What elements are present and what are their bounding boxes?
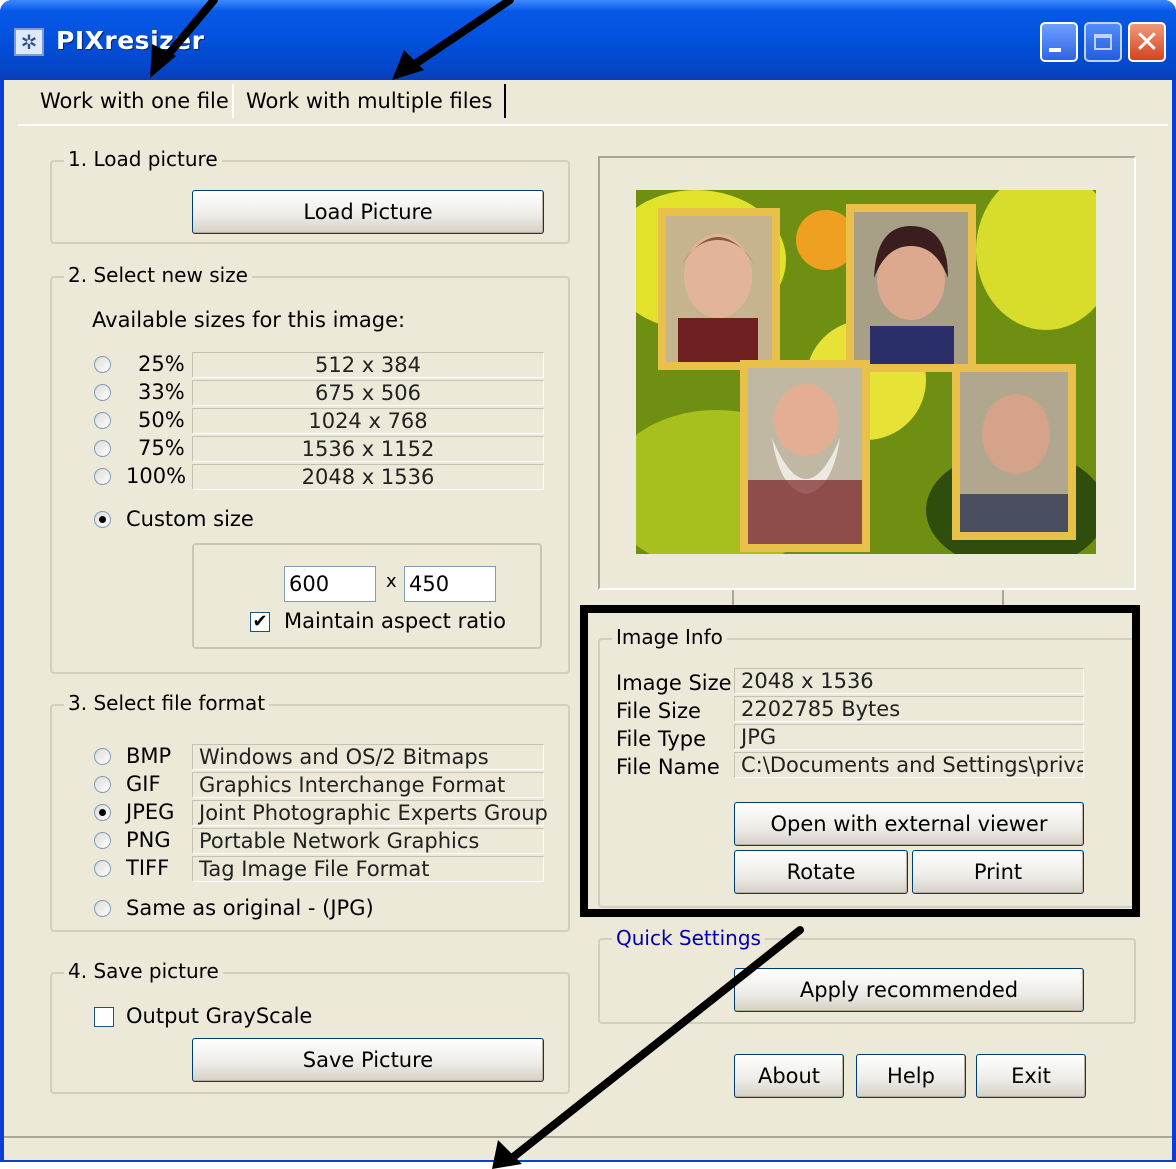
arrow-from-info-box [508,926,804,1162]
arrow-to-tab-one [158,0,218,66]
arrow-to-tab-multi [408,0,514,70]
annotation-arrows [150,0,804,1169]
